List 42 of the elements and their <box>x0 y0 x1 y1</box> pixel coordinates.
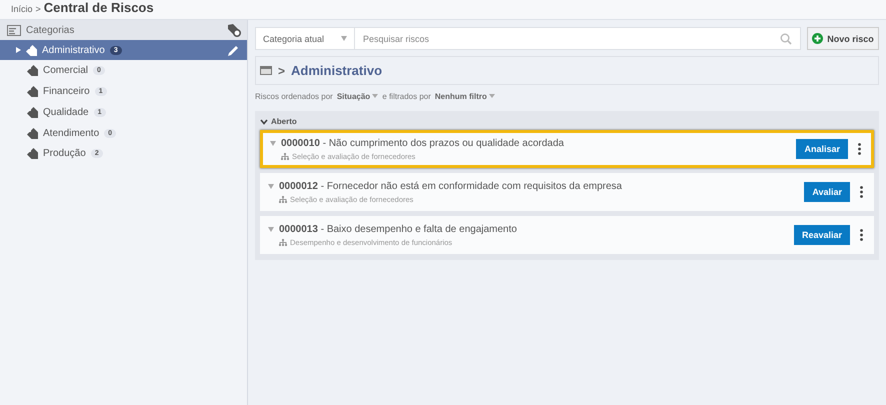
chevron-separator: > <box>278 64 286 78</box>
risk-title: 0000012 - Fornecedor não está em conformidade com requisitos da empresa <box>279 180 622 192</box>
collapse-icon <box>270 140 276 146</box>
collapse-icon <box>268 184 274 188</box>
tag-icon <box>26 44 37 56</box>
caret-icon <box>16 47 21 53</box>
hierarchy-icon <box>281 152 289 160</box>
edit-icon[interactable] <box>228 44 239 56</box>
page-title: Central de Riscos <box>44 0 154 15</box>
tag-icon <box>27 106 38 118</box>
category-title: Administrativo <box>291 63 382 78</box>
hierarchy-icon <box>279 238 287 246</box>
scope-dropdown[interactable]: Categoria atual <box>255 27 355 50</box>
filter-label: e filtrados por <box>382 92 431 101</box>
list-icon <box>7 24 21 36</box>
tag-icon <box>27 148 38 160</box>
more-icon[interactable] <box>860 229 863 241</box>
breadcrumb-link[interactable]: Início <box>11 4 33 14</box>
action-button[interactable]: Avaliar <box>804 182 850 202</box>
group-toggle[interactable]: Aberto <box>260 117 874 126</box>
sidebar-title: Categorias <box>26 24 76 36</box>
risk-title: 0000010 - Não cumprimento dos prazos ou qualidade acordada <box>281 138 564 148</box>
more-icon[interactable] <box>858 143 861 155</box>
action-button[interactable]: Reavaliar <box>794 225 850 245</box>
hierarchy-icon <box>279 196 287 202</box>
search-icon <box>780 32 792 44</box>
sort-dropdown[interactable]: Situação <box>336 92 378 101</box>
tag-icon <box>27 86 38 98</box>
new-risk-button[interactable]: Novo risco <box>807 27 879 50</box>
sort-label: Riscos ordenados por <box>255 92 333 101</box>
tag-settings-icon[interactable] <box>227 23 241 37</box>
collapse-icon <box>268 226 274 232</box>
table-icon <box>260 66 272 75</box>
breadcrumb-separator: > <box>36 4 41 14</box>
tag-icon <box>27 128 38 139</box>
plus-icon <box>812 33 824 44</box>
action-button[interactable]: Analisar <box>796 139 848 159</box>
risk-title: 0000013 - Baixo desempenho e falta de engajamento <box>279 224 517 234</box>
filter-dropdown[interactable]: Nenhum filtro <box>434 92 496 101</box>
chevron-icon <box>260 118 268 124</box>
more-icon[interactable] <box>860 186 863 198</box>
tag-icon <box>27 65 38 76</box>
